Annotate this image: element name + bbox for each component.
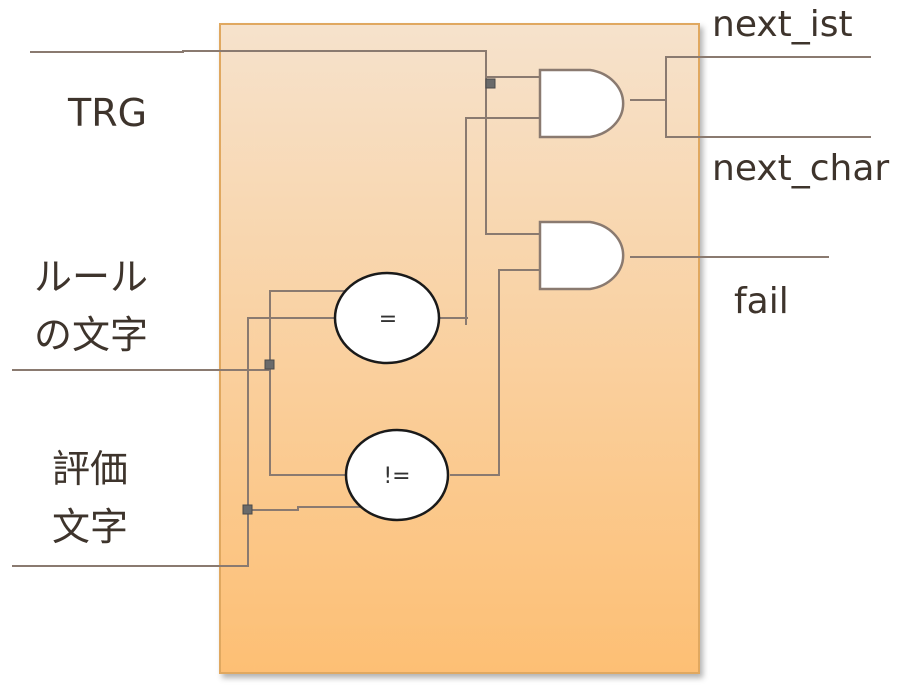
logic-circuit-diagram: = != TRG ルール の文字 評価 文字 next_ist next_cha… — [12, 4, 889, 674]
eval-char-junction — [242, 504, 253, 515]
eval-char-label-line1: 評価 — [52, 447, 128, 491]
trg-junction — [485, 78, 496, 89]
fail-label: fail — [734, 281, 789, 322]
and-gate-upper — [538, 68, 625, 139]
circuit-block — [219, 23, 700, 674]
equal-operator-label: = — [379, 307, 397, 332]
next-ist-label: next_ist — [712, 4, 853, 45]
not-equal-operator-label: != — [383, 464, 410, 489]
eval-char-label-line2: 文字 — [52, 505, 128, 549]
trg-label: TRG — [67, 91, 147, 135]
rule-char-label-line2: の文字 — [34, 313, 148, 357]
next-char-label: next_char — [712, 148, 889, 189]
rule-char-junction — [264, 359, 275, 370]
rule-char-label-line1: ルール — [34, 255, 148, 299]
and-gate-lower — [538, 220, 625, 291]
eval-char-wire — [12, 510, 249, 567]
